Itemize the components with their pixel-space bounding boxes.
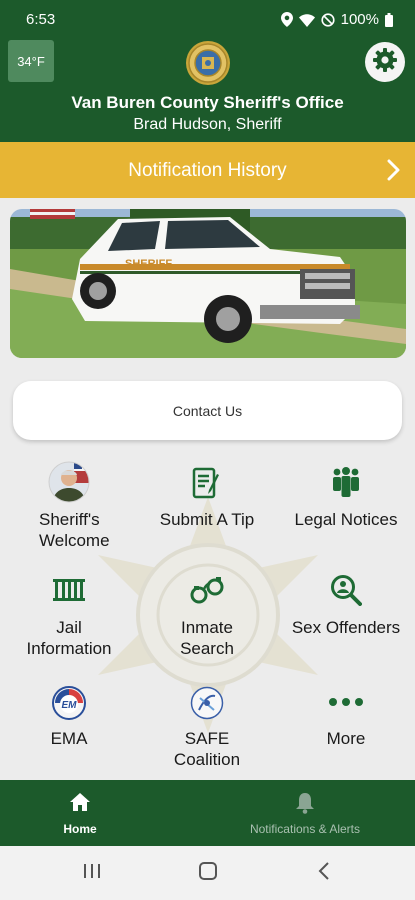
- svg-text:EM: EM: [62, 700, 78, 711]
- recent-apps-button[interactable]: [80, 863, 104, 883]
- jail-information-label: Jail Information: [26, 618, 112, 658]
- sex-offenders-tile[interactable]: Sex Offenders: [277, 571, 415, 671]
- status-bar: 6:53 100%: [0, 0, 415, 40]
- tab-home[interactable]: Home: [30, 780, 130, 846]
- people-icon: [331, 466, 361, 503]
- sheriffs-welcome-label: Sheriff's Welcome: [39, 510, 110, 550]
- dnd-icon: [321, 12, 335, 27]
- tab-notifications-alerts-label: Notifications & Alerts: [249, 822, 361, 836]
- tab-home-label: Home: [63, 822, 97, 836]
- gear-icon: [372, 47, 398, 78]
- search-person-icon: [330, 574, 362, 611]
- weather-badge[interactable]: 34°F: [8, 40, 54, 82]
- safe-logo: [190, 686, 224, 725]
- more-tile[interactable]: More: [277, 682, 415, 782]
- bell-icon: [295, 792, 315, 819]
- safe-coalition-label: SAFE Coalition: [173, 729, 241, 769]
- ema-tile[interactable]: EM EMA: [0, 682, 138, 782]
- home-circle-icon: [198, 861, 218, 886]
- submit-a-tip-label: Submit A Tip: [159, 510, 255, 529]
- battery-icon: [385, 12, 393, 27]
- handcuffs-icon: [189, 575, 225, 610]
- page-subtitle: Brad Hudson, Sheriff: [133, 116, 282, 133]
- inmate-search-tile[interactable]: Inmate Search: [138, 571, 276, 671]
- sheriff-truck-photo: SHERIFF: [10, 209, 406, 358]
- more-label: More: [326, 729, 366, 748]
- sheriffs-welcome-tile[interactable]: Sheriff's Welcome: [0, 461, 138, 563]
- recent-apps-icon: [82, 863, 102, 884]
- home-icon: [69, 792, 91, 817]
- ema-label: EMA: [50, 729, 88, 748]
- ema-logo: EM: [52, 685, 86, 725]
- sheriff-portrait-icon: [48, 461, 90, 508]
- legal-notices-label: Legal Notices: [294, 510, 398, 529]
- inmate-search-label: Inmate Search: [180, 618, 234, 658]
- app-header: 34°F Van Buren County Sheriff's Office B…: [0, 40, 415, 142]
- home-nav-button[interactable]: [196, 861, 220, 886]
- location-icon: [280, 12, 293, 27]
- more-dots-icon: [328, 694, 364, 712]
- sex-offenders-label: Sex Offenders: [291, 618, 401, 637]
- contact-us-button[interactable]: Contact Us: [13, 381, 402, 440]
- battery-percent: 100%: [340, 11, 379, 28]
- svg-text:SHERIFF: SHERIFF: [125, 258, 172, 270]
- safe-coalition-tile[interactable]: SAFE Coalition: [138, 682, 276, 782]
- clipboard-pen-icon: [191, 465, 223, 504]
- sheriff-badge-logo: [185, 40, 231, 86]
- android-nav-bar: [0, 846, 415, 900]
- jail-information-tile[interactable]: Jail Information: [0, 571, 138, 671]
- submit-a-tip-tile[interactable]: Submit A Tip: [138, 463, 276, 563]
- settings-button[interactable]: [365, 42, 405, 82]
- back-icon: [318, 861, 330, 885]
- jail-bars-icon: [52, 578, 86, 607]
- legal-notices-tile[interactable]: Legal Notices: [277, 463, 415, 563]
- page-title: Van Buren County Sheriff's Office: [71, 93, 344, 112]
- wifi-icon: [298, 13, 315, 27]
- back-button[interactable]: [312, 861, 336, 885]
- status-time: 6:53: [26, 11, 56, 28]
- bottom-tab-bar: Home Notifications & Alerts: [0, 780, 415, 846]
- status-icons: 100%: [280, 11, 393, 28]
- tab-notifications-alerts[interactable]: Notifications & Alerts: [225, 780, 385, 846]
- notification-history-button[interactable]: Notification History: [0, 142, 415, 198]
- chevron-right-icon: [387, 159, 401, 186]
- notification-history-label: Notification History: [128, 160, 287, 181]
